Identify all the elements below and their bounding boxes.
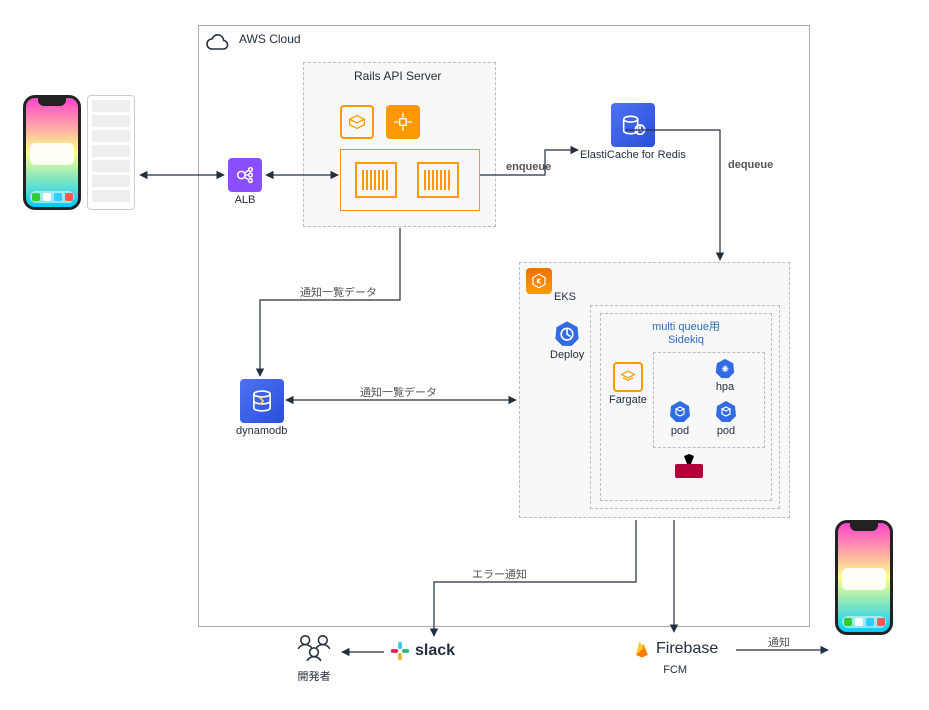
phone-list-mock-icon	[87, 95, 135, 210]
elasticache-label: ElastiCache for Redis	[580, 149, 686, 161]
ecs-service-icon	[340, 105, 374, 139]
eks-group: EKS Deploy multi queue用 Sidekiq Fargate	[519, 262, 790, 518]
fargate-label: Fargate	[609, 394, 647, 406]
client-phone-right	[835, 520, 893, 635]
eks-deploy-node: Deploy	[550, 319, 584, 361]
slack-node: slack	[389, 640, 455, 662]
sidekiq-group-title: multi queue用 Sidekiq	[601, 318, 771, 346]
pod1-node: pod	[668, 399, 692, 437]
rails-api-group: Rails API Server	[303, 62, 496, 227]
ecs-scaling-icon	[386, 105, 420, 139]
ecs-service-box	[340, 105, 374, 139]
firebase-icon	[632, 636, 652, 662]
developers-label: 開発者	[298, 668, 331, 684]
cloud-icon	[205, 31, 229, 55]
developers-node: 開発者	[292, 632, 336, 684]
firebase-node: Firebase FCM	[632, 636, 718, 676]
sidekiq-node	[675, 464, 703, 478]
rails-api-title: Rails API Server	[354, 69, 441, 83]
ecs-task-2	[417, 162, 459, 198]
slack-icon	[389, 640, 411, 662]
elasticache-node: ElastiCache for Redis	[580, 103, 686, 161]
k8s-deploy-icon	[553, 319, 581, 347]
ecs-scaling-box	[386, 105, 420, 139]
slack-brand: slack	[415, 642, 455, 660]
pod2-node: pod	[714, 399, 738, 437]
k8s-pod-icon	[714, 399, 738, 423]
alb-label: ALB	[235, 194, 256, 206]
fargate-node: Fargate	[609, 362, 647, 406]
people-icon	[292, 632, 336, 666]
eks-icon	[526, 268, 552, 294]
dynamodb-icon	[240, 379, 284, 423]
dynamodb-label: dynamodb	[236, 425, 287, 437]
dynamodb-node: dynamodb	[236, 379, 287, 437]
pod2-label: pod	[717, 425, 735, 437]
ecs-task-group	[340, 149, 480, 211]
slack-logo: slack	[389, 640, 455, 662]
edge-notify-label: 通知	[768, 636, 790, 649]
aws-cloud-title: AWS Cloud	[239, 32, 301, 46]
phone-mock-icon	[835, 520, 893, 635]
elasticache-icon	[611, 103, 655, 147]
eks-deploy-label: Deploy	[550, 349, 584, 361]
eks-title: EKS	[554, 291, 576, 303]
sidekiq-group: multi queue用 Sidekiq Fargate ⎈ hpa	[600, 313, 772, 501]
firebase-logo: Firebase	[632, 636, 718, 662]
pods-group: ⎈ hpa pod pod	[653, 352, 765, 448]
alb-icon	[228, 158, 262, 192]
hpa-node: ⎈ hpa	[714, 357, 736, 393]
firebase-fcm-label: FCM	[663, 664, 687, 676]
fargate-icon	[613, 362, 643, 392]
k8s-pod-icon	[668, 399, 692, 423]
sidekiq-icon	[675, 464, 703, 478]
pod1-label: pod	[671, 425, 689, 437]
svg-text:⎈: ⎈	[722, 365, 729, 374]
client-phone-left	[23, 95, 135, 210]
k8s-hpa-icon: ⎈	[714, 357, 736, 379]
firebase-brand: Firebase	[656, 640, 718, 658]
phone-mock-icon	[23, 95, 81, 210]
hpa-label: hpa	[716, 381, 734, 393]
alb-node: ALB	[228, 158, 262, 206]
ecs-task-1	[355, 162, 397, 198]
